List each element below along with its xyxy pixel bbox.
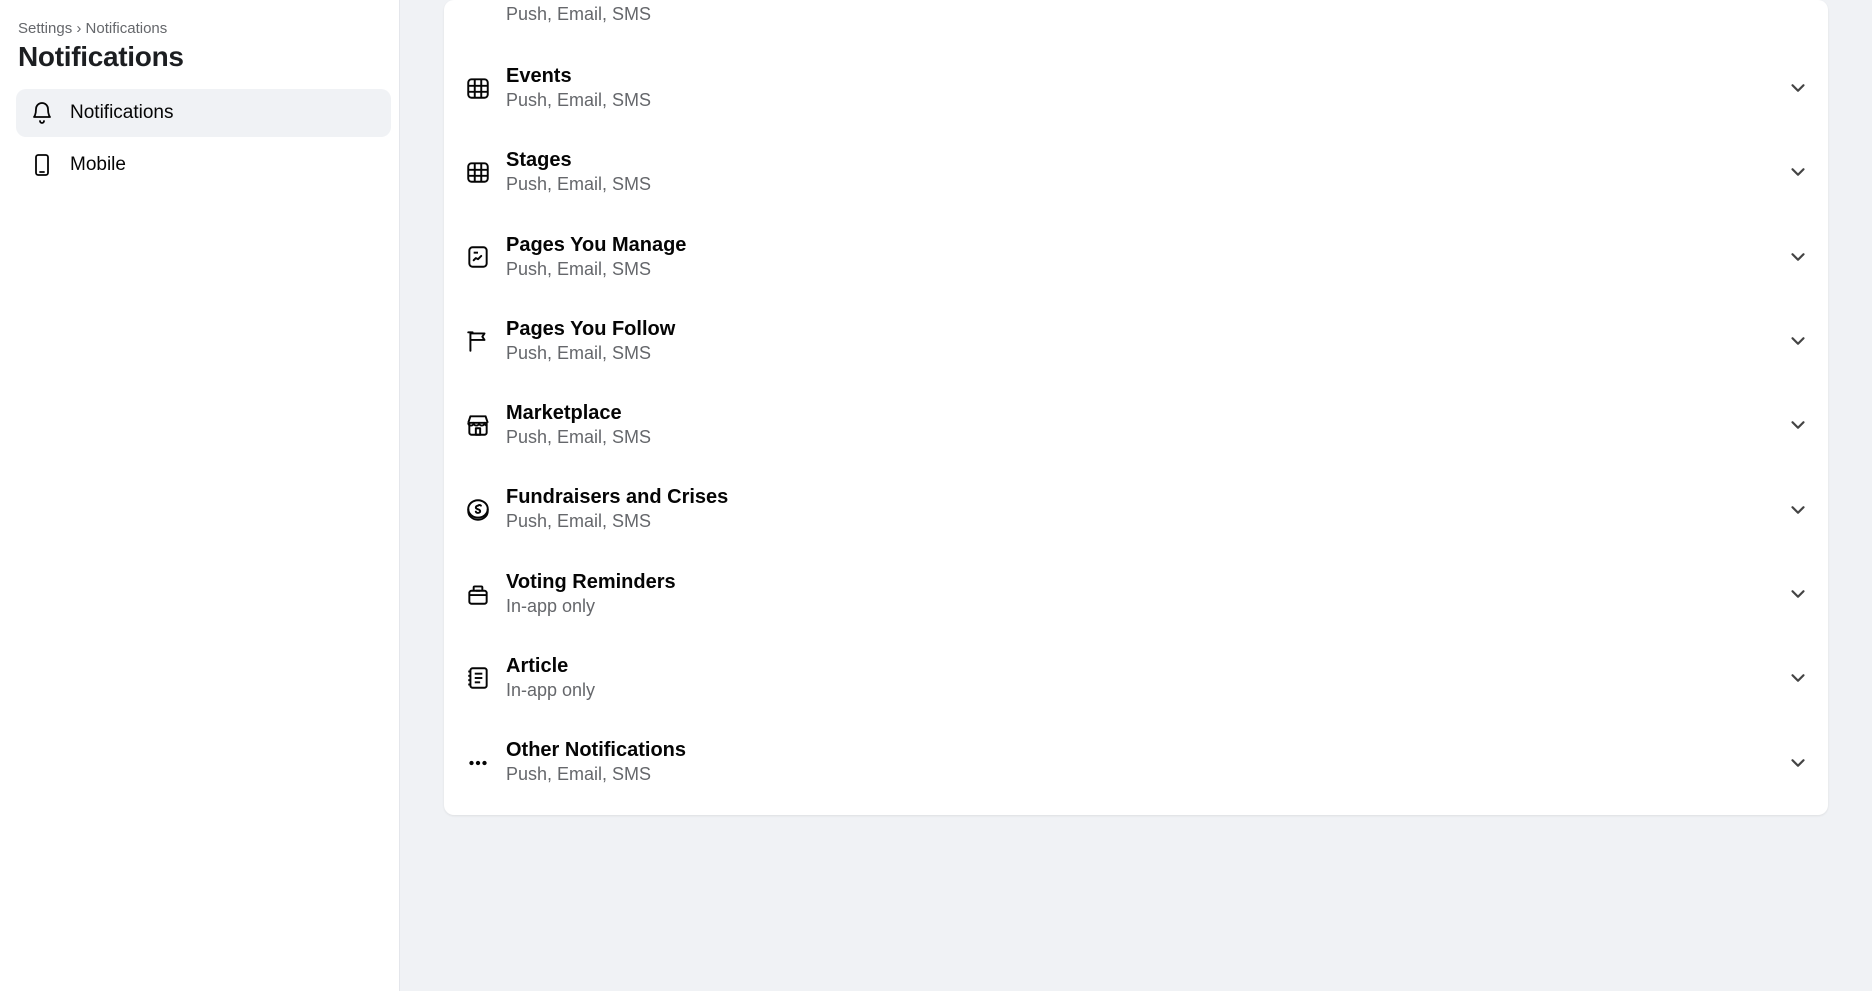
category-row[interactable]: Pages You ManagePush, Email, SMS <box>460 215 1812 299</box>
category-subtitle: Push, Email, SMS <box>506 509 1784 533</box>
main: Push, Email, SMSEventsPush, Email, SMSSt… <box>400 0 1872 991</box>
category-row[interactable]: StagesPush, Email, SMS <box>460 130 1812 214</box>
category-text: ArticleIn-app only <box>506 654 1784 702</box>
breadcrumb-settings[interactable]: Settings <box>18 20 72 37</box>
sidebar: Settings › Notifications Notifications N… <box>0 0 400 991</box>
category-title: Voting Reminders <box>506 570 1784 594</box>
category-row[interactable]: ArticleIn-app only <box>460 636 1812 720</box>
chevron-down-icon <box>1784 74 1812 102</box>
category-title: Pages You Manage <box>506 233 1784 257</box>
category-title: Stages <box>506 148 1784 172</box>
chevron-down-icon <box>1784 158 1812 186</box>
category-text: Fundraisers and CrisesPush, Email, SMS <box>506 485 1784 533</box>
category-subtitle: Push, Email, SMS <box>506 762 1784 786</box>
breadcrumb-separator: › <box>76 20 81 37</box>
breadcrumb: Settings › Notifications <box>16 20 391 37</box>
category-subtitle: Push, Email, SMS <box>506 2 1812 26</box>
category-row[interactable]: Voting RemindersIn-app only <box>460 552 1812 636</box>
category-title: Events <box>506 64 1784 88</box>
category-row[interactable]: MarketplacePush, Email, SMS <box>460 383 1812 467</box>
page-icon <box>464 243 492 271</box>
category-subtitle: Push, Email, SMS <box>506 257 1784 281</box>
category-title: Fundraisers and Crises <box>506 485 1784 509</box>
page-title: Notifications <box>16 41 391 73</box>
coin-icon <box>464 496 492 524</box>
dots-icon <box>464 749 492 777</box>
category-subtitle: Push, Email, SMS <box>506 341 1784 365</box>
category-row[interactable]: Pages You FollowPush, Email, SMS <box>460 299 1812 383</box>
category-text: MarketplacePush, Email, SMS <box>506 401 1784 449</box>
category-text: Push, Email, SMS <box>506 2 1812 26</box>
category-text: StagesPush, Email, SMS <box>506 148 1784 196</box>
category-subtitle: Push, Email, SMS <box>506 88 1784 112</box>
category-subtitle: Push, Email, SMS <box>506 425 1784 449</box>
category-title: Marketplace <box>506 401 1784 425</box>
category-text: Pages You FollowPush, Email, SMS <box>506 317 1784 365</box>
mobile-icon <box>30 153 54 177</box>
store-icon <box>464 411 492 439</box>
chevron-down-icon <box>1784 411 1812 439</box>
chevron-down-icon <box>1784 749 1812 777</box>
sidebar-item-label: Mobile <box>70 154 126 176</box>
breadcrumb-notifications[interactable]: Notifications <box>86 20 168 37</box>
sidebar-item-label: Notifications <box>70 102 174 124</box>
calendar-icon <box>464 74 492 102</box>
flag-icon <box>464 327 492 355</box>
category-row[interactable]: Fundraisers and CrisesPush, Email, SMS <box>460 467 1812 551</box>
sidebar-item-mobile[interactable]: Mobile <box>16 141 391 189</box>
partial-icon <box>464 0 492 28</box>
category-subtitle: Push, Email, SMS <box>506 172 1784 196</box>
chevron-down-icon <box>1784 496 1812 524</box>
category-row[interactable]: Other NotificationsPush, Email, SMS <box>460 720 1812 804</box>
category-row[interactable]: EventsPush, Email, SMS <box>460 46 1812 130</box>
category-subtitle: In-app only <box>506 594 1784 618</box>
chevron-down-icon <box>1784 664 1812 692</box>
category-row[interactable]: Push, Email, SMS <box>460 0 1812 46</box>
category-text: Pages You ManagePush, Email, SMS <box>506 233 1784 281</box>
category-text: Voting RemindersIn-app only <box>506 570 1784 618</box>
category-subtitle: In-app only <box>506 678 1784 702</box>
category-text: Other NotificationsPush, Email, SMS <box>506 738 1784 786</box>
sidebar-item-notifications[interactable]: Notifications <box>16 89 391 137</box>
ballot-icon <box>464 580 492 608</box>
calendar-icon <box>464 158 492 186</box>
category-text: EventsPush, Email, SMS <box>506 64 1784 112</box>
chevron-down-icon <box>1784 580 1812 608</box>
category-title: Pages You Follow <box>506 317 1784 341</box>
settings-panel: Push, Email, SMSEventsPush, Email, SMSSt… <box>444 0 1828 815</box>
category-title: Other Notifications <box>506 738 1784 762</box>
book-icon <box>464 664 492 692</box>
chevron-down-icon <box>1784 243 1812 271</box>
bell-icon <box>30 101 54 125</box>
chevron-down-icon <box>1784 327 1812 355</box>
category-title: Article <box>506 654 1784 678</box>
